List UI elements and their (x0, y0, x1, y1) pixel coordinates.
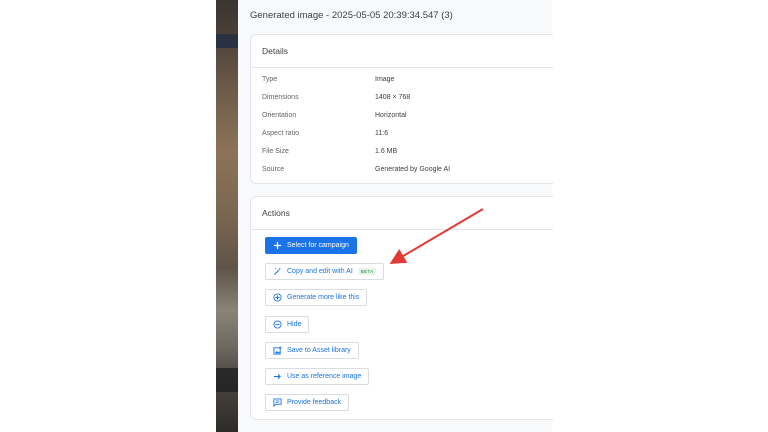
detail-value: Image (375, 76, 395, 83)
detail-value: 1.6 MB (375, 148, 398, 155)
detail-value: Horizontal (375, 112, 407, 119)
image-overlay-bar (216, 34, 238, 48)
button-label: Use as reference image (287, 373, 362, 380)
button-label: Select for campaign (287, 242, 349, 249)
detail-key: Type (262, 76, 278, 83)
detail-row-dimensions: Dimensions 1408 × 768 (262, 94, 552, 106)
details-card: Details Type Image Dimensions 1408 × 768… (250, 34, 553, 184)
actions-heading: Actions (262, 208, 290, 218)
divider (251, 229, 553, 230)
divider (251, 67, 553, 68)
image-add-icon (272, 346, 282, 356)
panel-title: Generated image - 2025-05-05 20:39:34.54… (250, 10, 453, 21)
detail-key: Source (262, 166, 285, 173)
use-as-reference-image-button[interactable]: Use as reference image (265, 368, 370, 385)
provide-feedback-button[interactable]: Provide feedback (265, 394, 350, 411)
detail-row-orientation: Orientation Horizontal (262, 112, 552, 124)
detail-key: Dimensions (262, 94, 299, 101)
magic-wand-icon (272, 267, 282, 277)
button-label: Provide feedback (287, 399, 342, 406)
plus-icon (272, 241, 282, 251)
add-circle-icon (272, 293, 282, 303)
detail-row-file-size: File Size 1.6 MB (262, 148, 552, 160)
arrow-right-icon (272, 372, 282, 382)
button-label: Save to Asset library (287, 347, 351, 354)
asset-details-panel: Generated image - 2025-05-05 20:39:34.54… (238, 0, 553, 432)
detail-key: Aspect ratio (262, 130, 299, 137)
detail-value: 1408 × 768 (375, 94, 411, 101)
minus-circle-icon (272, 320, 282, 330)
button-label: Generate more like this (287, 294, 360, 301)
save-to-asset-library-button[interactable]: Save to Asset library (265, 342, 359, 359)
actions-card: Actions Select for campaign Copy and edi… (250, 196, 553, 420)
detail-key: File Size (262, 148, 289, 155)
feedback-icon (272, 398, 282, 408)
detail-value: 11:6 (375, 130, 389, 137)
copy-and-edit-with-ai-button[interactable]: Copy and edit with AI BETA (265, 263, 385, 280)
button-label: Copy and edit with AI (287, 268, 353, 275)
hide-button[interactable]: Hide (265, 316, 310, 333)
select-for-campaign-button[interactable]: Select for campaign (265, 237, 357, 254)
image-overlay-bar-bottom (216, 368, 238, 392)
generate-more-like-this-button[interactable]: Generate more like this (265, 289, 368, 306)
detail-row-aspect-ratio: Aspect ratio 11:6 (262, 130, 552, 142)
background-image-strip (216, 0, 238, 432)
detail-row-source: Source Generated by Google AI (262, 166, 552, 178)
detail-value: Generated by Google AI (375, 166, 451, 173)
details-heading: Details (262, 46, 288, 56)
detail-row-type: Type Image (262, 76, 552, 88)
beta-badge: BETA (357, 268, 377, 275)
detail-key: Orientation (262, 112, 297, 119)
button-label: Hide (287, 321, 302, 328)
